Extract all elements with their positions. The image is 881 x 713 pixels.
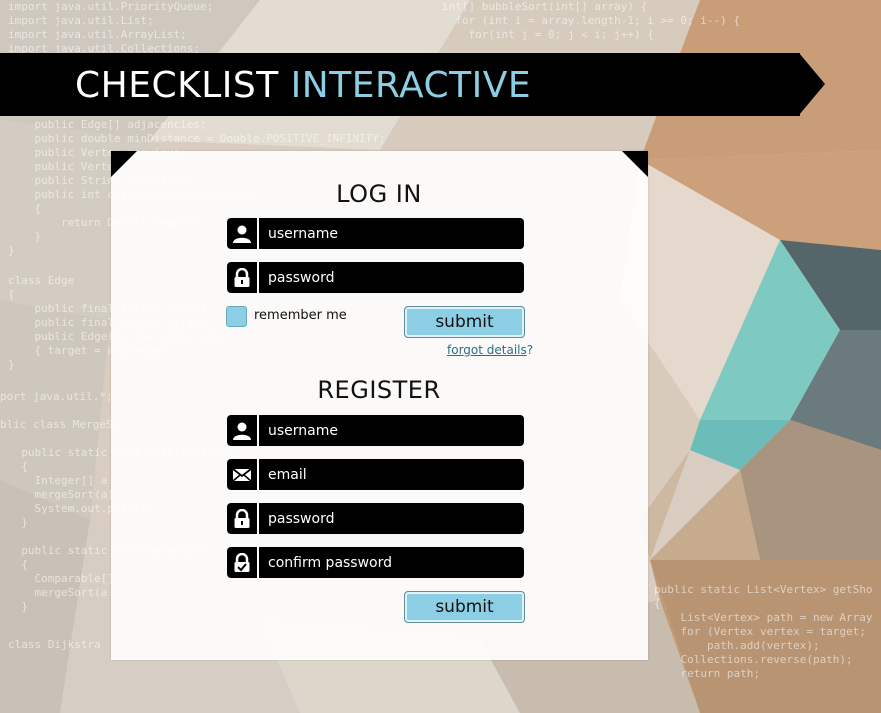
envelope-icon [227,459,259,490]
register-confirm-password-field [227,547,524,578]
login-password-field [227,262,524,293]
register-email-input[interactable] [261,459,516,490]
register-username-input[interactable] [261,415,516,446]
register-submit-button[interactable]: submit [404,591,525,623]
title-banner-arrow [799,53,825,115]
login-submit-button[interactable]: submit [404,306,525,338]
lock-icon [227,262,259,293]
login-heading: LOG IN [336,180,422,208]
panel-corner-left [111,151,137,177]
app-title-accent: INTERACTIVE [290,65,532,106]
register-password-field [227,503,524,534]
app-title-main: CHECKLIST [75,65,279,106]
register-confirm-password-input[interactable] [261,547,516,578]
register-password-input[interactable] [261,503,516,534]
register-heading: REGISTER [317,376,441,404]
register-email-field [227,459,524,490]
user-icon [227,218,259,249]
remember-me-checkbox[interactable] [226,306,247,327]
app-title: CHECKLIST INTERACTIVE [75,61,531,111]
forgot-details-link[interactable]: forgot details [447,343,527,357]
lock-icon [227,503,259,534]
panel-corner-right [622,151,648,177]
login-username-field [227,218,524,249]
lock-check-icon [227,547,259,578]
register-username-field [227,415,524,446]
remember-me-label: remember me [254,308,347,323]
user-icon [227,415,259,446]
login-password-input[interactable] [261,262,516,293]
forgot-details: forgot details? [447,343,533,357]
forgot-details-suffix: ? [526,343,534,357]
login-username-input[interactable] [261,218,516,249]
